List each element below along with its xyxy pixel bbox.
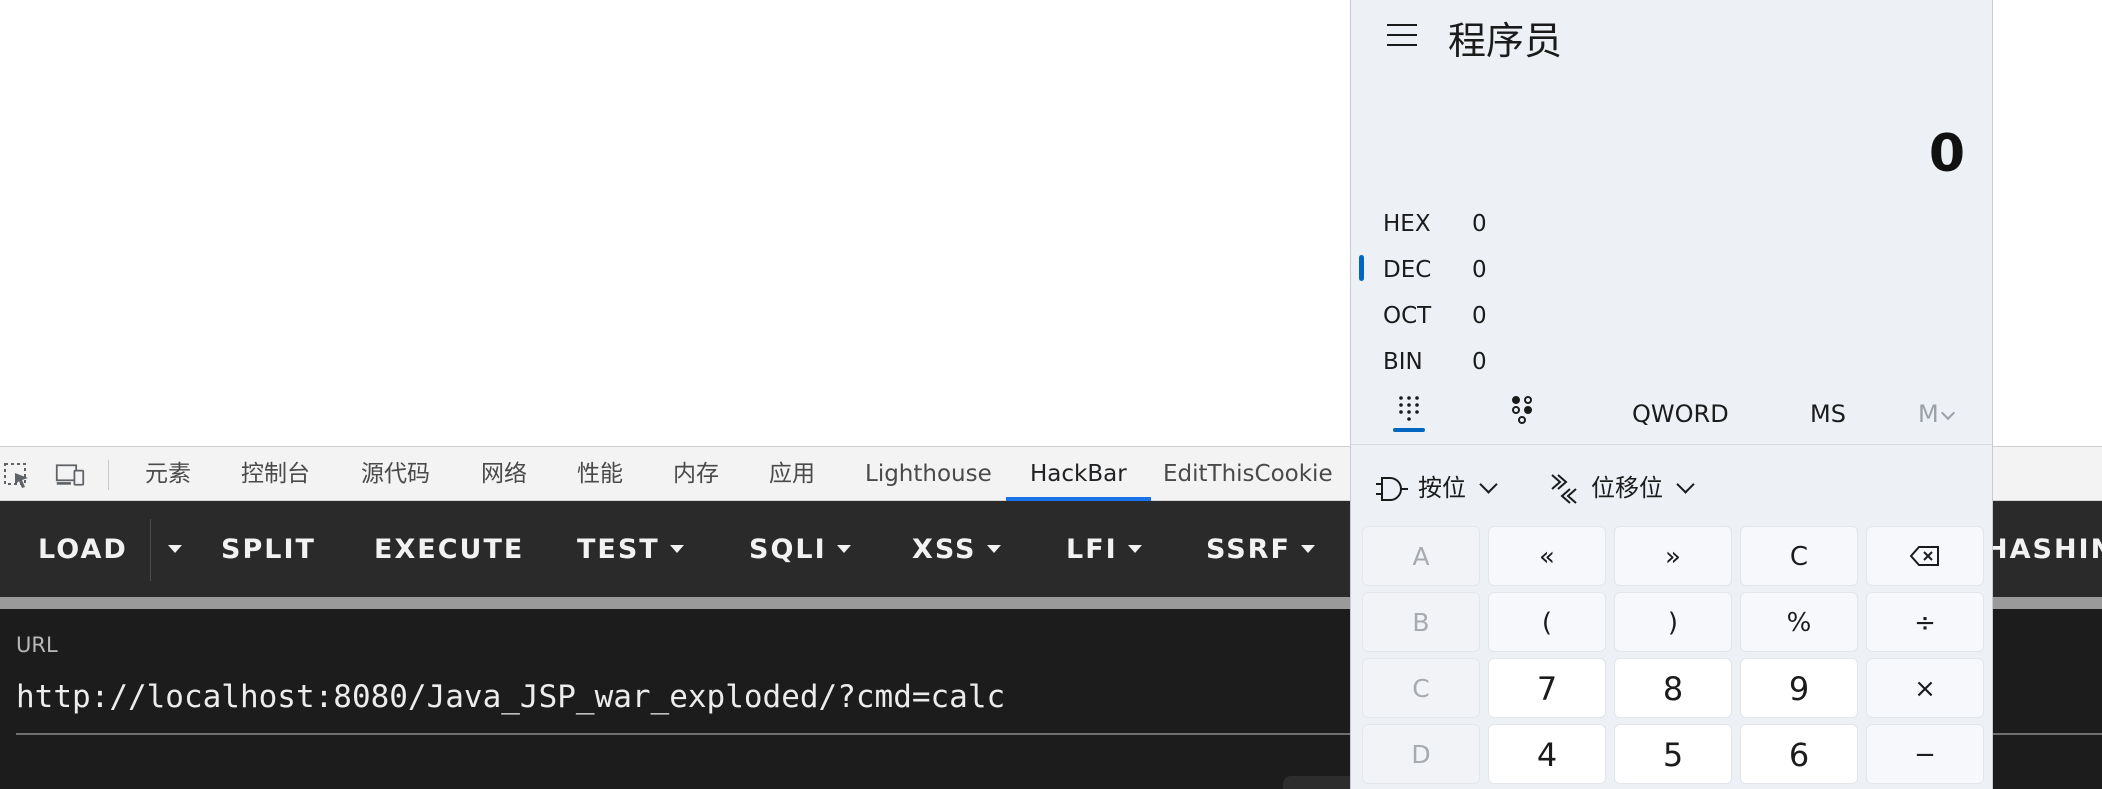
url-input[interactable]: http://localhost:8080/Java_JSP_war_explo… <box>16 679 1005 715</box>
calculator-separator <box>1351 444 1992 445</box>
logic-gate-icon <box>1376 477 1408 501</box>
tab-sources[interactable]: 源代码 <box>361 447 430 500</box>
test-label: TEST <box>577 534 660 565</box>
bitshift-dropdown[interactable]: 位移位 <box>1549 468 1695 508</box>
radix-value: 0 <box>1472 303 1487 329</box>
word-size-button[interactable]: QWORD <box>1632 400 1729 428</box>
bitwise-label: 按位 <box>1418 474 1466 502</box>
hamburger-menu-icon[interactable] <box>1387 24 1417 48</box>
radix-value: 0 <box>1472 257 1487 283</box>
ssrf-label: SSRF <box>1206 534 1291 565</box>
key-right-paren[interactable]: ) <box>1614 592 1732 652</box>
chevron-down-icon <box>1940 405 1955 421</box>
key-backspace[interactable] <box>1866 526 1984 586</box>
key-hex-a[interactable]: A <box>1362 526 1480 586</box>
radix-oct-row[interactable]: OCT 0 <box>1383 296 1487 336</box>
key-hex-b[interactable]: B <box>1362 592 1480 652</box>
key-hex-d[interactable]: D <box>1362 724 1480 784</box>
memory-store-button[interactable]: MS <box>1810 400 1846 428</box>
caret-down-icon <box>669 544 684 553</box>
radix-bin-row[interactable]: BIN 0 <box>1383 342 1487 382</box>
caret-down-icon <box>1127 544 1142 553</box>
caret-down-icon <box>168 544 182 553</box>
caret-down-icon <box>1300 544 1315 553</box>
key-modulo[interactable]: % <box>1740 592 1858 652</box>
bitshift-label: 位移位 <box>1591 474 1663 502</box>
key-8[interactable]: 8 <box>1614 658 1732 718</box>
keypad-active-underline <box>1393 428 1425 432</box>
lfi-menu-button[interactable]: LFI <box>1066 501 1142 597</box>
calculator-display: 0 <box>1928 124 1965 184</box>
full-keypad-icon[interactable] <box>1394 394 1424 424</box>
load-menu-button[interactable] <box>158 501 182 597</box>
key-hex-c[interactable]: C <box>1362 658 1480 718</box>
test-menu-button[interactable]: TEST <box>577 501 684 597</box>
chevron-down-icon <box>1676 475 1695 494</box>
tab-application[interactable]: 应用 <box>769 447 815 500</box>
toolbar-separator <box>108 460 109 490</box>
tab-editthiscookie[interactable]: EditThisCookie <box>1163 447 1333 500</box>
calculator-mode-title: 程序员 <box>1448 19 1563 63</box>
hashing-menu-button[interactable]: HASHIN <box>1985 501 2102 597</box>
device-toolbar-icon[interactable] <box>55 461 85 489</box>
key-left-shift[interactable]: « <box>1488 526 1606 586</box>
bitwise-dropdown[interactable]: 按位 <box>1376 468 1498 508</box>
key-left-paren[interactable]: ( <box>1488 592 1606 652</box>
xss-menu-button[interactable]: XSS <box>912 501 1001 597</box>
tab-network[interactable]: 网络 <box>481 447 527 500</box>
radix-value: 0 <box>1472 349 1487 375</box>
radix-dec-row[interactable]: DEC 0 <box>1383 250 1487 290</box>
split-button[interactable]: SPLIT <box>221 501 316 597</box>
memory-menu-button[interactable]: M <box>1918 400 1955 428</box>
ssrf-menu-button[interactable]: SSRF <box>1206 501 1315 597</box>
url-label: URL <box>16 633 58 657</box>
key-5[interactable]: 5 <box>1614 724 1732 784</box>
tab-lighthouse[interactable]: Lighthouse <box>865 447 992 500</box>
sqli-label: SQLI <box>749 534 827 565</box>
caret-down-icon <box>986 544 1001 553</box>
tab-performance[interactable]: 性能 <box>577 447 623 500</box>
tab-hackbar[interactable]: HackBar <box>1006 447 1151 501</box>
inspect-element-icon[interactable] <box>2 461 32 489</box>
bit-toggle-keypad-icon[interactable] <box>1507 394 1537 426</box>
active-radix-indicator <box>1359 255 1364 281</box>
memory-menu-label: M <box>1918 400 1939 428</box>
key-right-shift[interactable]: » <box>1614 526 1732 586</box>
radix-hex-row[interactable]: HEX 0 <box>1383 204 1487 244</box>
lfi-label: LFI <box>1066 534 1118 565</box>
sqli-menu-button[interactable]: SQLI <box>749 501 851 597</box>
chevron-down-icon <box>1479 475 1498 494</box>
radix-label: OCT <box>1383 303 1432 329</box>
load-button[interactable]: LOAD <box>38 501 128 597</box>
xss-label: XSS <box>912 534 977 565</box>
calculator-window: 程序员 0 HEX 0 DEC 0 OCT 0 BIN 0 QWORD MS M… <box>1350 0 1993 789</box>
radix-label: HEX <box>1383 211 1431 237</box>
tab-memory[interactable]: 内存 <box>673 447 719 500</box>
key-4[interactable]: 4 <box>1488 724 1606 784</box>
key-multiply[interactable]: × <box>1866 658 1984 718</box>
tab-console[interactable]: 控制台 <box>241 447 310 500</box>
key-minus[interactable]: − <box>1866 724 1984 784</box>
key-9[interactable]: 9 <box>1740 658 1858 718</box>
execute-button[interactable]: EXECUTE <box>374 501 524 597</box>
radix-label: BIN <box>1383 349 1423 375</box>
backspace-icon <box>1909 545 1939 566</box>
radix-value: 0 <box>1472 211 1487 237</box>
key-7[interactable]: 7 <box>1488 658 1606 718</box>
key-6[interactable]: 6 <box>1740 724 1858 784</box>
caret-down-icon <box>836 544 851 553</box>
key-clear[interactable]: C <box>1740 526 1858 586</box>
tab-elements[interactable]: 元素 <box>145 447 191 500</box>
key-divide[interactable]: ÷ <box>1866 592 1984 652</box>
radix-label: DEC <box>1383 257 1432 283</box>
bit-shift-icon <box>1551 474 1577 504</box>
load-split-separator <box>150 519 151 581</box>
